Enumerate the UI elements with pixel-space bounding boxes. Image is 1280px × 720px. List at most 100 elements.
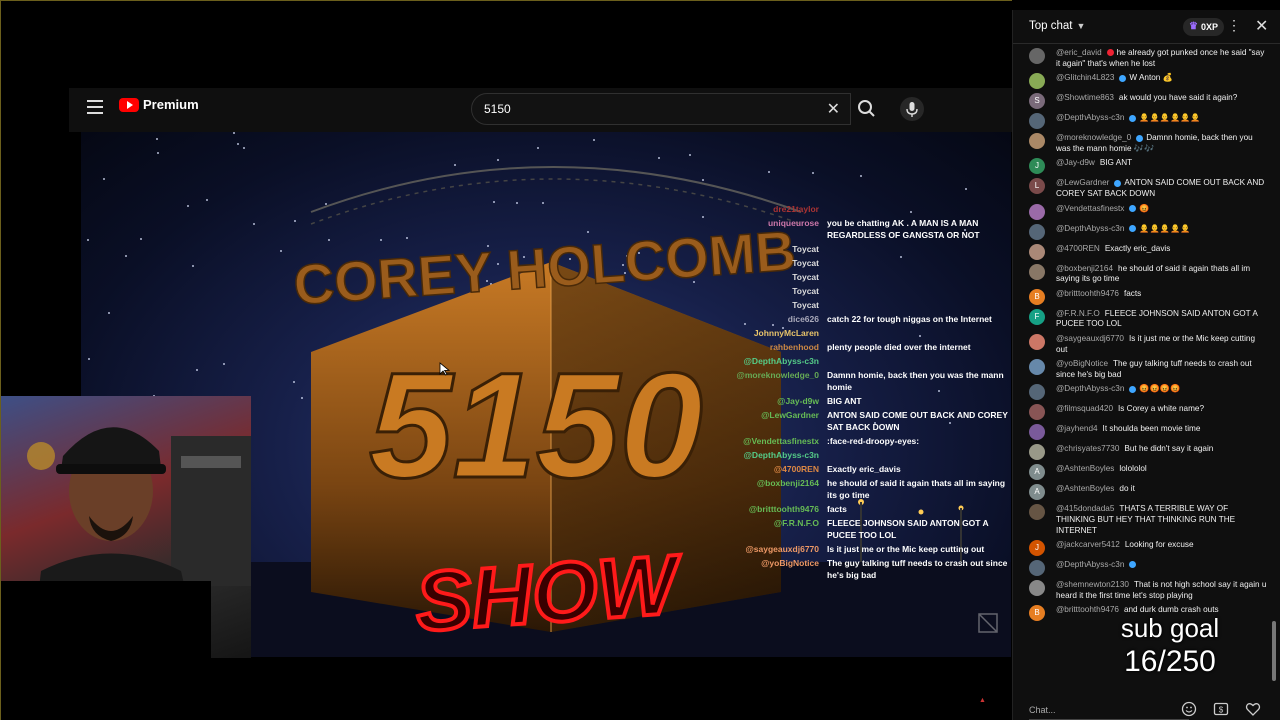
chat-author[interactable]: @DepthAbyss-c3n bbox=[1056, 224, 1124, 233]
avatar[interactable]: B bbox=[1029, 605, 1045, 622]
chat-message[interactable]: A @AshtenBoyles do it bbox=[1013, 482, 1275, 502]
chat-author[interactable]: @DepthAbyss-c3n bbox=[1056, 560, 1124, 569]
chat-author[interactable]: @moreknowledge_0 bbox=[1056, 133, 1131, 142]
avatar[interactable] bbox=[1029, 384, 1045, 401]
avatar[interactable]: A bbox=[1029, 484, 1045, 501]
overlay-chat-message: Exactly eric_davis bbox=[827, 464, 901, 474]
chat-author[interactable]: @britttoohth9476 bbox=[1056, 289, 1119, 298]
avatar[interactable]: S bbox=[1029, 93, 1045, 110]
chat-author[interactable]: @shemnewton2130 bbox=[1056, 580, 1129, 589]
chat-message[interactable]: A @AshtenBoyles lolololol bbox=[1013, 462, 1275, 482]
hamburger-menu-icon[interactable] bbox=[87, 100, 103, 116]
avatar[interactable]: B bbox=[1029, 288, 1045, 305]
chat-message-body: @filmsquad420 Is Corey a white name? bbox=[1056, 404, 1267, 420]
avatar[interactable] bbox=[1029, 359, 1045, 376]
chat-message[interactable]: @DepthAbyss-c3n 🧑‍🦲🧑‍🦲🧑‍🦲🧑‍🦲🧑‍🦲🧑‍🦲 bbox=[1013, 111, 1275, 131]
youtube-logo[interactable]: Premium bbox=[119, 97, 199, 112]
chat-author[interactable]: @Jay-d9w bbox=[1056, 158, 1095, 167]
avatar[interactable] bbox=[1029, 333, 1045, 350]
chat-message[interactable]: @415dondada5 THATS A TERRIBLE WAY OF THIN… bbox=[1013, 502, 1275, 538]
chat-text: Looking for excuse bbox=[1124, 540, 1194, 550]
chat-author[interactable]: @eric_david bbox=[1056, 48, 1102, 57]
overlay-chat-message: catch 22 for tough niggas on the Interne… bbox=[827, 314, 992, 324]
avatar[interactable] bbox=[1029, 73, 1045, 90]
chat-scrollbar[interactable] bbox=[1271, 56, 1277, 686]
chat-author[interactable]: @jackcarver5412 bbox=[1056, 540, 1120, 549]
chat-author[interactable]: @415dondada5 bbox=[1056, 504, 1114, 513]
chat-message[interactable]: J @jackcarver5412 Looking for excuse bbox=[1013, 538, 1275, 558]
avatar[interactable]: J bbox=[1029, 540, 1045, 557]
avatar[interactable] bbox=[1029, 404, 1045, 421]
chat-author[interactable]: @F.R.N.F.O bbox=[1056, 309, 1100, 318]
chat-author[interactable]: @jayhend4 bbox=[1056, 424, 1098, 433]
chat-author[interactable]: @DepthAbyss-c3n bbox=[1056, 113, 1124, 122]
super-chat-icon[interactable]: $ bbox=[1213, 701, 1229, 717]
chat-message[interactable]: @chrisyates7730 But he didn't say it agai… bbox=[1013, 442, 1275, 462]
chat-mode-dropdown[interactable]: Top chat ▼ bbox=[1029, 20, 1085, 32]
chat-message[interactable]: F @F.R.N.F.O FLEECE JOHNSON SAID ANTON GOT… bbox=[1013, 307, 1275, 332]
chat-message[interactable]: S @Showtime863 ak would you have said it a… bbox=[1013, 91, 1275, 111]
chat-author[interactable]: @britttoohth9476 bbox=[1056, 605, 1119, 614]
chat-author[interactable]: @yoBigNotice bbox=[1056, 359, 1108, 368]
chat-author[interactable]: @filmsquad420 bbox=[1056, 404, 1113, 413]
overlay-chat-user: rahbenhood bbox=[769, 342, 819, 352]
avatar[interactable] bbox=[1029, 560, 1045, 577]
avatar[interactable] bbox=[1029, 133, 1045, 150]
avatar[interactable] bbox=[1029, 223, 1045, 240]
avatar[interactable] bbox=[1029, 580, 1045, 597]
chat-message[interactable]: L @LewGardner ANTON SAID COME OUT BACK AND… bbox=[1013, 176, 1275, 201]
chat-author[interactable]: @chrisyates7730 bbox=[1056, 444, 1119, 453]
chat-author[interactable]: @boxbenji2164 bbox=[1056, 264, 1113, 273]
avatar[interactable]: J bbox=[1029, 158, 1045, 175]
avatar[interactable] bbox=[1029, 444, 1045, 461]
search-input[interactable]: 5150 ✕ bbox=[471, 93, 851, 125]
chat-message[interactable]: @DepthAbyss-c3n 😡😡😡😡 bbox=[1013, 382, 1275, 402]
chat-author[interactable]: @AshtenBoyles bbox=[1056, 464, 1114, 473]
avatar[interactable] bbox=[1029, 504, 1045, 521]
avatar[interactable]: F bbox=[1029, 308, 1045, 325]
avatar[interactable] bbox=[1029, 243, 1045, 260]
chat-author[interactable]: @LewGardner bbox=[1056, 178, 1109, 187]
avatar[interactable]: A bbox=[1029, 464, 1045, 481]
clear-search-icon[interactable]: ✕ bbox=[827, 99, 840, 119]
avatar[interactable] bbox=[1029, 48, 1045, 64]
avatar[interactable] bbox=[1029, 113, 1045, 130]
chat-author[interactable]: @Glitchin4L823 bbox=[1056, 73, 1114, 82]
avatar[interactable]: L bbox=[1029, 178, 1045, 195]
avatar[interactable] bbox=[1029, 203, 1045, 220]
chat-author[interactable]: @saygeauxdj6770 bbox=[1056, 334, 1124, 343]
more-options-icon[interactable]: ⋮ bbox=[1227, 17, 1241, 34]
chat-input[interactable] bbox=[1029, 700, 1189, 720]
chat-message[interactable]: @filmsquad420 Is Corey a white name? bbox=[1013, 402, 1275, 422]
chat-author[interactable]: @Vendettasfinestx bbox=[1056, 204, 1124, 213]
chat-message-body: @415dondada5 THATS A TERRIBLE WAY OF THIN… bbox=[1056, 504, 1267, 536]
chat-message[interactable]: @moreknowledge_0 Damnn homie, back then y… bbox=[1013, 131, 1275, 156]
avatar[interactable] bbox=[1029, 424, 1045, 441]
heart-icon[interactable] bbox=[1245, 701, 1261, 717]
chat-message[interactable]: @DepthAbyss-c3n bbox=[1013, 558, 1275, 578]
chat-message[interactable]: @boxbenji2164 he should of said it again … bbox=[1013, 262, 1275, 287]
chat-message[interactable]: B @britttoohth9476 and durk dumb crash out… bbox=[1013, 603, 1275, 623]
chat-message[interactable]: @saygeauxdj6770 Is it just me or the Mic … bbox=[1013, 332, 1275, 357]
chat-author[interactable]: @Showtime863 bbox=[1056, 93, 1114, 102]
chat-message[interactable]: @jayhend4 It shoulda been movie time bbox=[1013, 422, 1275, 442]
microphone-icon[interactable] bbox=[899, 93, 925, 125]
chat-message[interactable]: @Vendettasfinestx 😡 bbox=[1013, 202, 1275, 222]
chat-author[interactable]: @4700REN bbox=[1056, 244, 1100, 253]
chat-author[interactable]: @DepthAbyss-c3n bbox=[1056, 384, 1124, 393]
search-icon[interactable] bbox=[851, 93, 881, 125]
chat-message[interactable]: J @Jay-d9w BIG ANT bbox=[1013, 156, 1275, 176]
chat-author[interactable]: @AshtenBoyles bbox=[1056, 484, 1114, 493]
chat-message[interactable]: @shemnewton2130 That is not high school s… bbox=[1013, 578, 1275, 603]
avatar[interactable] bbox=[1029, 263, 1045, 280]
chat-message[interactable]: B @britttoohth9476 facts bbox=[1013, 287, 1275, 307]
chat-message[interactable]: @eric_david he already got punked once he… bbox=[1013, 46, 1275, 71]
close-icon[interactable]: ✕ bbox=[1255, 16, 1268, 36]
scrollbar-thumb[interactable] bbox=[1272, 621, 1276, 681]
chat-message[interactable]: @yoBigNotice The guy talking tuff needs t… bbox=[1013, 357, 1275, 382]
xp-badge[interactable]: ♛ 0XP bbox=[1183, 18, 1224, 36]
emoji-icon[interactable] bbox=[1181, 701, 1197, 717]
chat-message[interactable]: @DepthAbyss-c3n 🧑‍🦲🧑‍🦲🧑‍🦲🧑‍🦲🧑‍🦲 bbox=[1013, 222, 1275, 242]
chat-message[interactable]: @4700REN Exactly eric_davis bbox=[1013, 242, 1275, 262]
chat-message[interactable]: @Glitchin4L823 W Anton 💰 bbox=[1013, 71, 1275, 91]
